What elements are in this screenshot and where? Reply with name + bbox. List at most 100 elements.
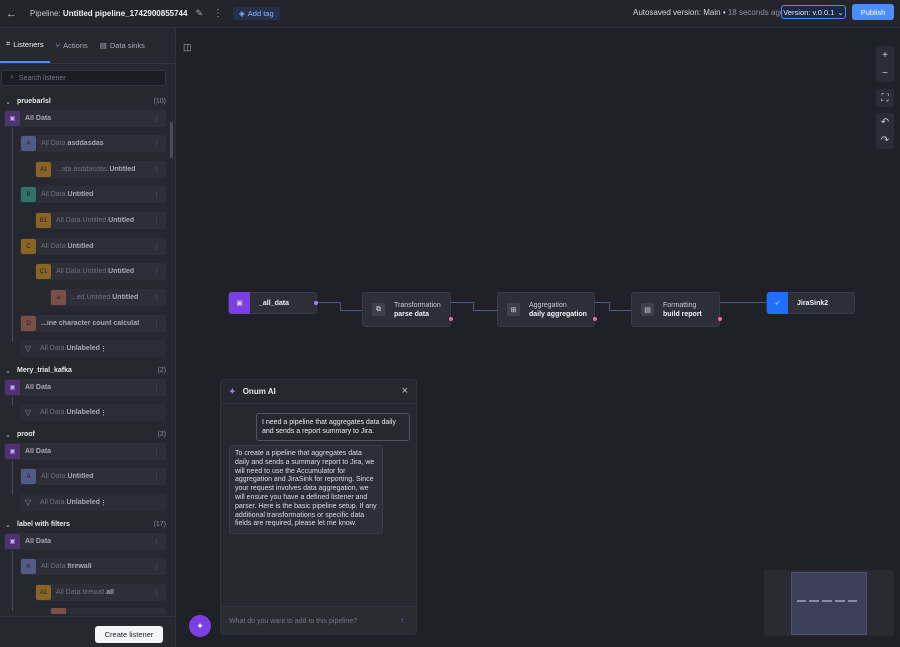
list-item[interactable]: ▣ All Data ⋮ [4, 443, 166, 460]
chevron-down-icon: ⌄ [5, 98, 11, 106]
port-dot[interactable] [593, 317, 597, 321]
list-item[interactable]: A All Data.Untitled ⋮ [20, 468, 166, 485]
chevron-down-icon: ⌄ [5, 367, 11, 375]
list-item[interactable]: ▣ All Data ⋮ [4, 110, 166, 127]
search-icon: ⌕ [10, 74, 14, 81]
kebab-icon[interactable]: ⋮ [153, 115, 160, 123]
chevron-down-icon: ⌄ [837, 7, 844, 17]
create-listener-button[interactable]: Create listener [95, 626, 163, 643]
kebab-icon[interactable]: ⋮ [153, 191, 160, 199]
fit-view-icon[interactable]: ⛶ [882, 89, 889, 107]
database-icon: ▤ [99, 40, 107, 50]
back-arrow-icon[interactable]: ← [6, 8, 20, 20]
group-header[interactable]: ⌄ pruebarlsl (10) [0, 95, 172, 108]
list-item[interactable]: ▣ All Data ⋮ [4, 379, 166, 396]
flow-node-sink[interactable]: ➶ JiraSink2 [766, 292, 855, 314]
minimap[interactable] [764, 570, 894, 636]
kebab-icon[interactable]: ⋮ [153, 140, 160, 148]
close-icon[interactable]: × [402, 385, 408, 397]
list-item[interactable]: ▣ All Data ⋮ [4, 533, 166, 550]
redo-icon[interactable]: ↷ [881, 131, 889, 149]
kebab-icon[interactable]: ⋮ [153, 563, 160, 571]
list-item[interactable]: ▽ All Data.Unlabeled ⋮ [20, 494, 166, 511]
publish-button[interactable]: Publish [852, 4, 894, 20]
ai-prompt-input[interactable]: What do you want to add to this pipeline… [221, 606, 416, 634]
more-vertical-icon[interactable]: ⋮ [213, 8, 223, 19]
minimap-node [848, 600, 857, 602]
kebab-icon[interactable]: ⋮ [153, 320, 160, 328]
edit-icon[interactable]: ✎ [195, 8, 203, 19]
group-header[interactable]: ⌄ Mery_trial_kafka (2) [0, 364, 172, 377]
sparkle-icon: ✦ [196, 620, 204, 631]
sidebar: ⌗ Listeners ⑂ Actions ▤ Data sinks ⌕ Search … [0, 28, 176, 647]
kebab-icon[interactable]: ⋮ [153, 538, 160, 546]
list-item[interactable]: ▽ All Data.Unlabeled ⋮ [20, 340, 166, 357]
port-dot[interactable] [718, 317, 722, 321]
ai-header: ✦ Onum AI [221, 380, 416, 404]
list-item[interactable]: a ...ed.Untitled.Untitled ⋮ [50, 289, 166, 306]
kebab-icon[interactable]: ⋮ [100, 409, 107, 417]
list-item[interactable]: A All Data.firewall ⋮ [20, 558, 166, 575]
list-item[interactable]: D ...ine character count calculat ⋮ [20, 315, 166, 332]
group-header[interactable]: ⌄ label with filters (17) [0, 518, 172, 531]
kebab-icon[interactable]: ⋮ [153, 589, 160, 597]
sidebar-tabs: ⌗ Listeners ⑂ Actions ▤ Data sinks [0, 28, 175, 64]
kebab-icon[interactable]: ⋮ [153, 268, 160, 276]
sidebar-toggle-icon[interactable]: ◫ [183, 42, 193, 52]
sidebar-footer: Create listener [0, 616, 175, 647]
kebab-icon[interactable]: ⋮ [153, 473, 160, 481]
sparkle-icon: ✦ [229, 387, 236, 396]
flow-node-formatting[interactable]: ▤ Formatting build report [631, 292, 720, 327]
pipeline-title: Pipeline: Untitled pipeline_174290085574… [30, 9, 188, 18]
list-item[interactable]: A All Data.asddasdas ⋮ [20, 135, 166, 152]
aggregate-icon: ⊞ [507, 303, 520, 316]
jira-icon: ➶ [767, 292, 788, 314]
minimap-viewport[interactable] [791, 572, 867, 635]
listener-icon: ▣ [229, 292, 250, 314]
list-item[interactable]: B1 All Data.Untitled.Untitled ⋮ [35, 212, 166, 229]
kebab-icon[interactable]: ⋮ [153, 294, 160, 302]
filter-icon: ▽ [24, 344, 32, 353]
zoom-in-icon[interactable]: + [882, 46, 888, 64]
all-data-icon: ▣ [5, 380, 20, 395]
list-item[interactable]: A1 All Data.firewall.all ⋮ [35, 584, 166, 601]
flow-node-aggregation[interactable]: ⊞ Aggregation daily aggregation [497, 292, 595, 327]
format-icon: ▤ [641, 303, 654, 316]
add-tag-button[interactable]: ◈ Add tag [232, 7, 280, 20]
minimap-node [835, 600, 845, 602]
tag-icon: ◈ [238, 9, 245, 18]
flow-node-listener[interactable]: ▣ _all_data [228, 292, 317, 314]
tab-data-sinks[interactable]: ▤ Data sinks [94, 28, 151, 63]
port-dot[interactable] [449, 317, 453, 321]
ai-assistant-button[interactable]: ✦ [189, 615, 211, 637]
kebab-icon[interactable]: ⋮ [153, 243, 160, 251]
port-dot[interactable] [314, 301, 318, 305]
kebab-icon[interactable]: ⋮ [100, 499, 107, 507]
list-item[interactable]: ▽ All Data.Unlabeled ⋮ [20, 404, 166, 421]
kebab-icon[interactable]: ⋮ [153, 384, 160, 392]
undo-icon[interactable]: ↶ [881, 113, 889, 131]
list-item[interactable]: B All Data.Untitled ⋮ [20, 186, 166, 203]
kebab-icon[interactable]: ⋮ [100, 345, 107, 353]
search-listener-input[interactable]: ⌕ Search listener [1, 70, 166, 86]
kebab-icon[interactable]: ⋮ [153, 217, 160, 225]
minimap-node [797, 600, 806, 602]
all-data-icon: ▣ [5, 444, 20, 459]
version-select[interactable]: Version: v.0.0.1 ⌄ [781, 5, 846, 19]
zoom-out-icon[interactable]: − [882, 64, 888, 82]
sidebar-scrollbar[interactable] [170, 122, 173, 158]
history-controls: ↶ ↷ [876, 113, 894, 149]
filter-icon: ▽ [24, 408, 32, 417]
tab-actions[interactable]: ⑂ Actions [50, 28, 94, 63]
all-data-icon: ▣ [5, 534, 20, 549]
tab-listeners[interactable]: ⌗ Listeners [0, 28, 50, 63]
list-item[interactable]: A1 ...ata.asddasdas.Untitled ⋮ [35, 161, 166, 178]
send-arrow-icon[interactable]: ↑ [400, 616, 404, 625]
list-item[interactable] [50, 608, 166, 614]
list-item[interactable]: C1 All Data.Untitled.Untitled ⋮ [35, 263, 166, 280]
kebab-icon[interactable]: ⋮ [153, 448, 160, 456]
list-item[interactable]: C All Data.Untitled ⋮ [20, 238, 166, 255]
kebab-icon[interactable]: ⋮ [153, 166, 160, 174]
flow-node-transformation[interactable]: ⧉ Transformation parse data [362, 292, 451, 327]
group-header[interactable]: ⌄ proof (3) [0, 428, 172, 441]
